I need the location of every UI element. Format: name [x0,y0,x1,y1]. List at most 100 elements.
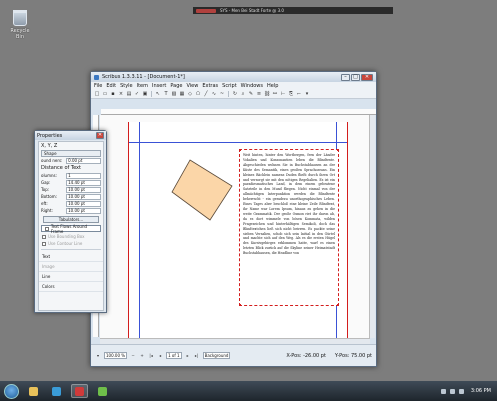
select-icon[interactable]: ↖ [155,91,161,97]
xyz-section[interactable]: X, Y, Z [39,142,103,150]
menu-windows[interactable]: Windows [241,83,263,89]
diamond-shape[interactable] [170,158,234,222]
save-icon[interactable]: ▪ [110,91,116,97]
network-icon[interactable] [449,388,455,394]
image-frame-icon[interactable]: ▧ [171,91,177,97]
system-tray: 3:06 PM [440,381,491,401]
line-group[interactable]: Line [39,272,103,282]
shape-section[interactable]: Shape [41,150,101,157]
properties-title-bar[interactable]: Properties ✕ [35,131,106,140]
line-icon[interactable]: ╱ [203,91,209,97]
minimize-button[interactable]: – [341,73,350,81]
copy-properties-icon[interactable]: ⎘ [288,91,294,97]
menu-file[interactable]: File [94,83,102,89]
text-frame-icon[interactable]: T [163,91,169,97]
preflight-icon[interactable]: ✓ [134,91,140,97]
columns-input[interactable]: 1 [66,172,101,179]
left-row: eft: 10.00 pt [39,200,103,207]
menu-extras[interactable]: Extras [202,83,218,89]
corners-row: ound ners: 0.00 pt [39,157,103,164]
menu-item[interactable]: Item [137,83,148,89]
bottom-input[interactable]: 10.00 pt [66,193,101,200]
colors-group[interactable]: Colors [39,282,103,292]
frame-handle[interactable] [240,304,241,305]
margin-guide-left [139,122,140,342]
use-bounding-box-check[interactable]: Use Bounding Box [39,233,103,240]
unlink-frames-icon[interactable]: ⚯ [272,91,278,97]
text-flows-around-frame-check[interactable]: Text Flows Around Frame [41,223,101,234]
bezier-icon[interactable]: ∿ [211,91,217,97]
rotate-icon[interactable]: ↻ [232,91,238,97]
clock[interactable]: 3:06 PM [471,388,491,394]
zoom-field[interactable]: 100.00 % [104,352,128,359]
corners-input[interactable]: 0.00 pt [66,157,101,164]
table-icon[interactable]: ▦ [179,91,185,97]
next-page-icon[interactable]: ▸ [185,353,191,359]
text-frame[interactable]: Weit hinten, hinter den Wortbergen, fern… [239,149,339,306]
eyedropper-icon[interactable]: ⌐ [296,91,302,97]
pdf-icon[interactable]: ▣ [142,91,148,97]
right-input[interactable]: 10.00 pt [66,207,101,214]
taskbar-app-media-player[interactable] [48,384,65,398]
unit-button[interactable]: ▾ [95,353,101,359]
properties-close-button[interactable]: ✕ [96,132,104,139]
check-label: Text Flows Around Frame [50,223,88,234]
left-input[interactable]: 10.00 pt [66,200,101,207]
volume-icon[interactable] [458,388,464,394]
zoom-out-icon[interactable]: − [130,353,136,359]
taskbar-app-paint[interactable] [94,384,111,398]
pdf-tools-icon[interactable]: ▾ [304,91,310,97]
menu-help[interactable]: Help [267,83,278,89]
scribus-window: Scribus 1.3.3.11 - [Document-1*] – □ ✕ F… [90,71,377,367]
last-page-icon[interactable]: ▸| [194,353,200,359]
link-frames-icon[interactable]: ⛓ [264,91,270,97]
tabulators-button[interactable]: Tabulators... [43,216,99,223]
document-canvas[interactable]: Weit hinten, hinter den Wortbergen, fern… [100,115,370,342]
taskbar-app-scribus[interactable] [71,384,88,398]
new-icon[interactable]: □ [94,91,100,97]
print-icon[interactable]: ▤ [126,91,132,97]
gap-input[interactable]: 14.40 pt [66,179,101,186]
top-input[interactable]: 10.00 pt [66,186,101,193]
status-bar: ▾ 100.00 % − + |◂ ◂ 1 of 1 ▸ ▸| Backgrou… [91,344,376,366]
frame-handle[interactable] [337,304,338,305]
right-row: Right: 10.00 pt [39,207,103,214]
use-contour-line-check[interactable]: Use Contour Line [39,240,103,247]
document-page[interactable]: Weit hinten, hinter den Wortbergen, fern… [128,122,348,342]
recycle-bin[interactable]: Recycle Bin [6,10,34,40]
menu-page[interactable]: Page [170,83,182,89]
maximize-button[interactable]: □ [351,73,360,81]
menu-view[interactable]: View [186,83,198,89]
frame-handle[interactable] [337,150,338,151]
image-group[interactable]: Image [39,262,103,272]
page-field[interactable]: 1 of 1 [166,352,182,359]
edit-text-icon[interactable]: ≡ [256,91,262,97]
shape-icon[interactable]: ◇ [187,91,193,97]
prev-page-icon[interactable]: ◂ [157,353,163,359]
polygon-icon[interactable]: ⬠ [195,91,201,97]
menu-edit[interactable]: Edit [106,83,116,89]
freehand-icon[interactable]: ~ [219,91,225,97]
zoom-in-icon[interactable]: + [139,353,145,359]
check-label: Use Bounding Box [48,234,85,239]
menu-insert[interactable]: Insert [152,83,166,89]
zoom-icon[interactable]: ⌕ [240,91,246,97]
title-bar[interactable]: Scribus 1.3.3.11 - [Document-1*] – □ ✕ [91,72,376,82]
columns-row: olumns: 1 [39,172,103,179]
flag-icon[interactable] [440,388,446,394]
text-group[interactable]: Text [39,252,103,262]
columns-label: olumns: [41,173,57,178]
vertical-scrollbar[interactable] [369,115,375,338]
menu-style[interactable]: Style [120,83,133,89]
edit-content-icon[interactable]: ✎ [248,91,254,97]
close-doc-icon[interactable]: × [118,91,124,97]
first-page-icon[interactable]: |◂ [148,353,154,359]
menu-script[interactable]: Script [222,83,237,89]
layer-select[interactable]: Background [202,352,231,359]
close-button[interactable]: ✕ [361,73,373,81]
taskbar-app-explorer[interactable] [25,384,42,398]
start-button[interactable] [4,383,19,399]
measure-icon[interactable]: ⊢ [280,91,286,97]
frame-handle[interactable] [240,150,241,151]
open-icon[interactable]: ▭ [102,91,108,97]
